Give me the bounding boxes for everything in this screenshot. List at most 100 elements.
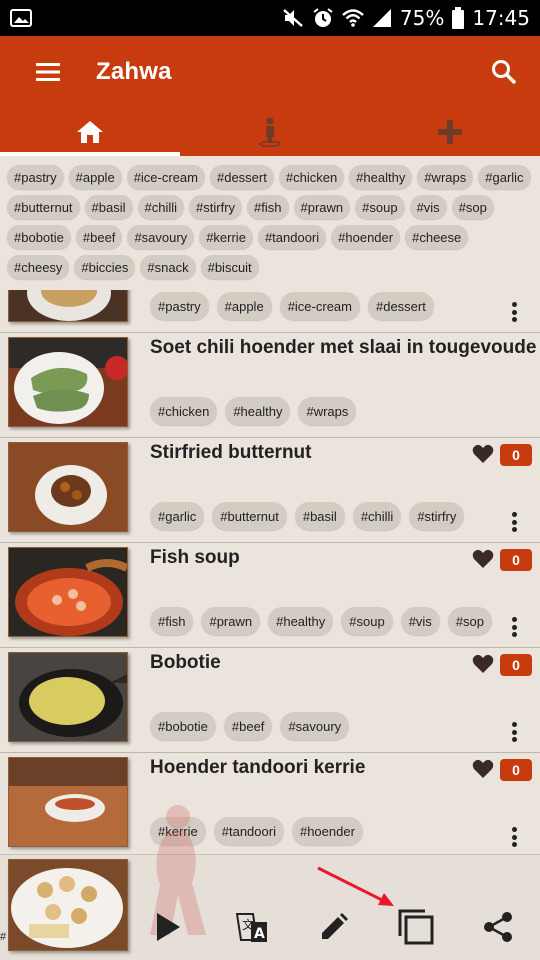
recipe-thumbnail — [8, 442, 128, 532]
tag-chip[interactable]: #beef — [75, 225, 123, 249]
tab-home[interactable] — [0, 108, 180, 156]
more-options-button[interactable] — [504, 825, 524, 849]
gallery-notification-icon — [10, 9, 32, 27]
tag-chip[interactable]: #biccies — [74, 255, 136, 279]
recipe-tag[interactable]: #dessert — [367, 292, 434, 320]
tag-chip[interactable]: #soup — [355, 195, 405, 219]
recipe-row[interactable]: Soet chili hoender met slaai in tougevou… — [0, 333, 540, 438]
recipe-tag[interactable]: #fish — [150, 607, 194, 635]
tag-chip[interactable]: #cheesy — [7, 255, 70, 279]
tag-chip[interactable]: #garlic — [478, 165, 531, 189]
likes-badge: 0 — [500, 759, 532, 781]
recipe-row[interactable]: Hoender tandoori kerrie 0 #kerrie #tando… — [0, 753, 540, 854]
tag-chip[interactable]: #hoender — [331, 225, 401, 249]
more-options-button[interactable] — [504, 720, 524, 744]
recipe-thumbnail — [8, 859, 128, 951]
recipe-thumbnail — [8, 652, 128, 742]
recipe-list: #pastry #apple #ice-cream #dessert Soet … — [0, 290, 540, 854]
tab-add[interactable] — [360, 108, 540, 156]
battery-percent: 75% — [399, 6, 445, 30]
search-button[interactable] — [468, 36, 540, 108]
recipe-tag[interactable]: #beef — [223, 712, 273, 740]
tag-chip[interactable]: #apple — [68, 165, 122, 189]
recipe-tag[interactable]: #garlic — [150, 502, 205, 530]
tag-chip[interactable]: #biscuit — [200, 255, 259, 279]
menu-button[interactable] — [0, 36, 96, 108]
mute-icon — [282, 8, 304, 28]
recipe-row[interactable]: #pastry #apple #ice-cream #dessert — [0, 290, 540, 333]
recipe-thumbnail — [8, 290, 128, 322]
tab-person[interactable] — [180, 108, 360, 156]
recipe-tag[interactable]: #healthy — [225, 397, 291, 425]
recipe-tag[interactable]: #basil — [294, 502, 345, 530]
recipe-tag[interactable]: #chicken — [150, 397, 218, 425]
battery-icon — [452, 7, 465, 29]
recipe-tag[interactable]: #vis — [400, 607, 440, 635]
heart-icon[interactable] — [472, 549, 494, 574]
tag-chip[interactable]: #healthy — [349, 165, 413, 189]
signal-icon — [372, 8, 392, 28]
recipe-tag[interactable]: #bobotie — [150, 712, 216, 740]
recipe-tag[interactable]: #apple — [216, 292, 272, 320]
likes-badge: 0 — [500, 444, 532, 466]
heart-icon[interactable] — [472, 654, 494, 679]
recipe-tag[interactable]: #tandoori — [213, 817, 284, 845]
recipe-tag[interactable]: #pastry — [150, 292, 209, 320]
more-options-button[interactable] — [504, 300, 524, 324]
recipe-row[interactable]: Fish soup 0 #fish #prawn #healthy #soup … — [0, 543, 540, 648]
recipe-title: Soet chili hoender met slaai in tougevou… — [150, 337, 540, 358]
likes-badge: 0 — [500, 654, 532, 676]
bottom-action-bar: # 文A — [0, 805, 540, 960]
recipe-tag[interactable]: #sop — [447, 607, 493, 635]
share-button[interactable] — [478, 907, 518, 947]
more-options-button[interactable] — [504, 615, 524, 639]
tag-chip[interactable]: #bobotie — [7, 225, 71, 249]
tag-chip[interactable]: #butternut — [7, 195, 80, 219]
edit-button[interactable] — [314, 907, 354, 947]
recipe-tag[interactable]: #healthy — [268, 607, 334, 635]
tag-chip[interactable]: #cheese — [405, 225, 469, 249]
tag-chip[interactable]: #chicken — [278, 165, 345, 189]
wifi-icon — [342, 9, 364, 27]
tag-chip[interactable]: #tandoori — [257, 225, 327, 249]
recipe-row[interactable]: Bobotie 0 #bobotie #beef #savoury — [0, 648, 540, 753]
hamburger-menu-icon — [36, 63, 60, 81]
recipe-row[interactable]: Stirfried butternut 0 #garlic #butternut… — [0, 438, 540, 543]
recipe-tag[interactable]: #stirfry — [409, 502, 465, 530]
translate-button[interactable]: 文A — [232, 907, 272, 947]
tab-bar — [0, 108, 540, 156]
recipe-tag[interactable]: #hoender — [291, 817, 363, 845]
recipe-tag[interactable]: #wraps — [298, 397, 357, 425]
recipe-tag[interactable]: #butternut — [212, 502, 287, 530]
tag-chip[interactable]: #kerrie — [199, 225, 253, 249]
tag-chip[interactable]: #chilli — [137, 195, 185, 219]
recipe-title: Bobotie — [150, 652, 221, 673]
recipe-tag[interactable]: #chilli — [352, 502, 402, 530]
tag-chip[interactable]: #prawn — [293, 195, 351, 219]
recipe-tag[interactable]: #soup — [341, 607, 393, 635]
tag-chip[interactable]: #stirfry — [189, 195, 243, 219]
recipe-tag[interactable]: #prawn — [201, 607, 261, 635]
tag-cloud: #pastry #apple #ice-cream #dessert #chic… — [0, 156, 540, 288]
play-button[interactable] — [148, 907, 188, 947]
alarm-icon — [312, 7, 334, 29]
recipe-tag[interactable]: #savoury — [280, 712, 350, 740]
tag-chip[interactable]: #fish — [247, 195, 289, 219]
tag-chip[interactable]: #snack — [140, 255, 196, 279]
tag-chip[interactable]: #ice-cream — [126, 165, 205, 189]
heart-icon[interactable] — [472, 444, 494, 469]
copy-icon — [398, 909, 434, 945]
recipe-tag[interactable]: #ice-cream — [279, 292, 360, 320]
tag-chip[interactable]: #dessert — [209, 165, 274, 189]
recipe-title: Fish soup — [150, 547, 240, 568]
tag-chip[interactable]: #pastry — [7, 165, 64, 189]
tag-chip[interactable]: #savoury — [127, 225, 195, 249]
heart-icon[interactable] — [472, 759, 494, 784]
tag-chip[interactable]: #basil — [84, 195, 133, 219]
tag-chip[interactable]: #vis — [409, 195, 447, 219]
tag-chip[interactable]: #wraps — [417, 165, 474, 189]
more-options-button[interactable] — [504, 510, 524, 534]
copy-button[interactable] — [396, 907, 436, 947]
status-bar: 75% 17:45 — [0, 0, 540, 36]
tag-chip[interactable]: #sop — [451, 195, 494, 219]
